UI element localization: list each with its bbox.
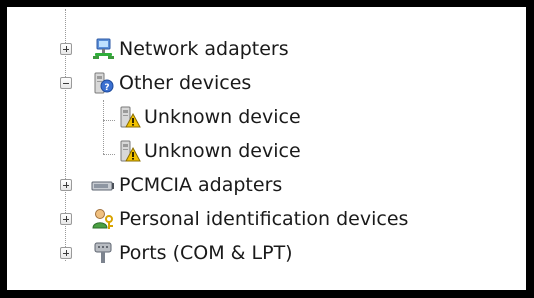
pcmcia-adapter-icon	[91, 173, 115, 197]
warning-device-icon	[117, 139, 141, 163]
tree-item-unknown-device[interactable]: Unknown device	[7, 102, 517, 132]
svg-text:?: ?	[104, 83, 109, 93]
device-tree: Network adapters ? Other devices Unknown…	[7, 7, 526, 290]
tree-item-personal-identification-devices[interactable]: Personal identification devices	[7, 204, 517, 234]
tree-item-label: Ports (COM & LPT)	[119, 242, 293, 264]
network-adapter-icon	[91, 37, 115, 61]
tree-item-label: Unknown device	[144, 140, 301, 162]
tree-item-label: PCMCIA adapters	[119, 174, 283, 196]
expand-button[interactable]	[60, 43, 72, 55]
tree-item-label: Other devices	[119, 72, 252, 94]
tree-item-network-adapters[interactable]: Network adapters	[7, 34, 517, 64]
tree-item-label: Network adapters	[119, 38, 289, 60]
tree-item-ports[interactable]: Ports (COM & LPT)	[7, 238, 517, 268]
tree-item-unknown-device[interactable]: Unknown device	[7, 136, 517, 166]
expand-button[interactable]	[60, 179, 72, 191]
device-manager-frame: Network adapters ? Other devices Unknown…	[7, 7, 526, 290]
tree-item-pcmcia-adapters[interactable]: PCMCIA adapters	[7, 170, 517, 200]
expand-button[interactable]	[60, 247, 72, 259]
expand-button[interactable]	[60, 213, 72, 225]
warning-device-icon	[117, 105, 141, 129]
tree-item-other-devices[interactable]: ? Other devices	[7, 68, 517, 98]
tree-item-label: Personal identification devices	[119, 208, 409, 230]
tree-item-label: Unknown device	[144, 106, 301, 128]
unknown-device-category-icon: ?	[91, 71, 115, 95]
collapse-button[interactable]	[60, 77, 72, 89]
personal-identification-icon	[91, 207, 115, 231]
ports-icon	[91, 241, 115, 265]
